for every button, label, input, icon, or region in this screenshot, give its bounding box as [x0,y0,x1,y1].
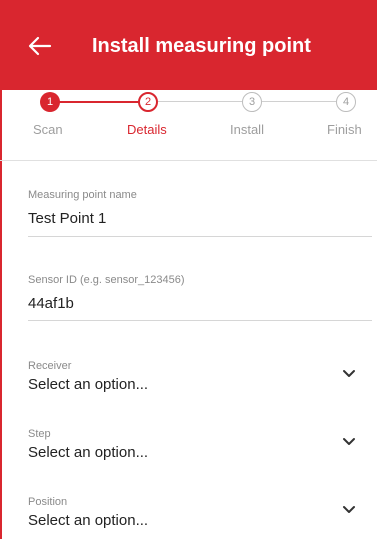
position-value[interactable]: Select an option... [28,512,148,529]
page-title: Install measuring point [92,35,311,57]
step-connector-2 [158,101,242,102]
step-label: Step [28,428,51,440]
receiver-label: Receiver [28,360,72,372]
stepper-divider [0,160,377,161]
step-label-install: Install [230,122,264,137]
receiver-chevron-down-icon[interactable] [342,369,356,379]
sensor-id-label: Sensor ID (e.g. sensor_123456) [28,274,185,286]
step-label-finish: Finish [327,122,362,137]
step-circle-install: 3 [242,92,262,112]
step-label-details: Details [127,122,167,137]
receiver-value[interactable]: Select an option... [28,376,148,393]
measuring-point-name-input[interactable]: Test Point 1 [28,210,106,227]
app-header: Install measuring point [0,0,377,90]
step-value[interactable]: Select an option... [28,444,148,461]
step-circle-scan: 1 [40,92,60,112]
step-chevron-down-icon[interactable] [342,437,356,447]
measuring-point-name-underline [28,236,372,237]
step-circle-finish: 4 [336,92,356,112]
step-label-scan: Scan [33,122,63,137]
step-connector-3 [262,101,336,102]
step-connector-1 [58,101,140,103]
measuring-point-name-label: Measuring point name [28,189,137,201]
back-arrow-icon[interactable] [28,36,52,56]
sensor-id-underline [28,320,372,321]
step-circle-details: 2 [138,92,158,112]
sensor-id-input[interactable]: 44af1b [28,295,74,312]
position-label: Position [28,496,68,508]
position-chevron-down-icon[interactable] [342,505,356,515]
